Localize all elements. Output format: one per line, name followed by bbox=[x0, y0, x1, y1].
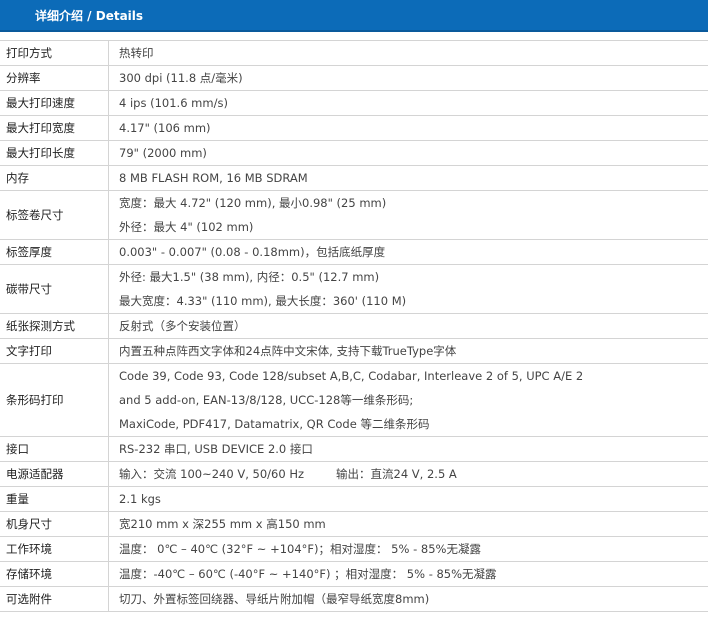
spec-label: 电源适配器 bbox=[0, 461, 109, 487]
power-output: 输出：直流24 V, 2.5 A bbox=[336, 467, 457, 481]
power-input: 输入：交流 100~240 V, 50/60 Hz bbox=[119, 467, 305, 481]
spec-label: 文字打印 bbox=[0, 338, 109, 364]
spec-row-label-roll: 标签卷尺寸 宽度：最大 4.72" (120 mm), 最小0.98" (25 … bbox=[0, 190, 708, 240]
spec-value: 300 dpi (11.8 点/毫米) bbox=[108, 65, 708, 91]
spec-value-line: 外径: 最大1.5" (38 mm), 内径：0.5" (12.7 mm) bbox=[119, 270, 380, 284]
spec-row-storage-env: 存储环境 温度：-40℃ – 60℃ (-40°F ~ +140°F) ；相对湿… bbox=[0, 561, 708, 587]
spec-value: 外径: 最大1.5" (38 mm), 内径：0.5" (12.7 mm) 最大… bbox=[108, 264, 708, 314]
spec-row-print-method: 打印方式 热转印 bbox=[0, 40, 708, 66]
spec-value: 反射式（多个安装位置） bbox=[108, 313, 708, 339]
spec-value: 温度：-40℃ – 60℃ (-40°F ~ +140°F) ；相对湿度： 5%… bbox=[108, 561, 708, 587]
spec-table: 打印方式 热转印 分辨率 300 dpi (11.8 点/毫米) 最大打印速度 … bbox=[0, 40, 708, 612]
spec-label: 最大打印宽度 bbox=[0, 115, 109, 141]
spec-value: 2.1 kgs bbox=[108, 486, 708, 512]
spec-label: 内存 bbox=[0, 165, 109, 191]
spec-row-ribbon: 碳带尺寸 外径: 最大1.5" (38 mm), 内径：0.5" (12.7 m… bbox=[0, 264, 708, 314]
spec-row-label-thickness: 标签厚度 0.003" - 0.007" (0.08 - 0.18mm)，包括底… bbox=[0, 239, 708, 265]
spec-row-sensor: 纸张探测方式 反射式（多个安装位置） bbox=[0, 313, 708, 339]
spec-label: 存储环境 bbox=[0, 561, 109, 587]
spec-value: RS-232 串口, USB DEVICE 2.0 接口 bbox=[108, 436, 708, 462]
spec-value: 输入：交流 100~240 V, 50/60 Hz 输出：直流24 V, 2.5 … bbox=[108, 461, 708, 487]
spec-value: 8 MB FLASH ROM, 16 MB SDRAM bbox=[108, 165, 708, 191]
spec-value: Code 39, Code 93, Code 128/subset A,B,C,… bbox=[108, 363, 708, 437]
spec-value-line: 宽度：最大 4.72" (120 mm), 最小0.98" (25 mm) bbox=[119, 196, 387, 210]
spec-value: 宽度：最大 4.72" (120 mm), 最小0.98" (25 mm) 外径… bbox=[108, 190, 708, 240]
spec-row-max-width: 最大打印宽度 4.17" (106 mm) bbox=[0, 115, 708, 141]
spec-label: 打印方式 bbox=[0, 40, 109, 66]
spec-value-line: 最大宽度：4.33" (110 mm), 最大长度：360' (110 M) bbox=[119, 294, 407, 308]
spec-row-max-length: 最大打印长度 79" (2000 mm) bbox=[0, 140, 708, 166]
spec-value: 4 ips (101.6 mm/s) bbox=[108, 90, 708, 116]
spec-label: 可选附件 bbox=[0, 586, 109, 612]
spec-row-memory: 内存 8 MB FLASH ROM, 16 MB SDRAM bbox=[0, 165, 708, 191]
spec-value: 热转印 bbox=[108, 40, 708, 66]
spec-row-max-speed: 最大打印速度 4 ips (101.6 mm/s) bbox=[0, 90, 708, 116]
spec-value-line: MaxiCode, PDF417, Datamatrix, QR Code 等二… bbox=[119, 417, 430, 431]
spec-row-resolution: 分辨率 300 dpi (11.8 点/毫米) bbox=[0, 65, 708, 91]
spec-label: 最大打印速度 bbox=[0, 90, 109, 116]
spec-value: 温度： 0℃ – 40℃ (32°F ~ +104°F)；相对湿度： 5% - … bbox=[108, 536, 708, 562]
spec-value: 4.17" (106 mm) bbox=[108, 115, 708, 141]
spec-row-operating-env: 工作环境 温度： 0℃ – 40℃ (32°F ~ +104°F)；相对湿度： … bbox=[0, 536, 708, 562]
spec-label: 分辨率 bbox=[0, 65, 109, 91]
spec-label: 机身尺寸 bbox=[0, 511, 109, 537]
spec-label: 重量 bbox=[0, 486, 109, 512]
spec-row-barcodes: 条形码打印 Code 39, Code 93, Code 128/subset … bbox=[0, 363, 708, 437]
spec-label: 标签卷尺寸 bbox=[0, 190, 109, 240]
spec-label: 标签厚度 bbox=[0, 239, 109, 265]
spec-row-accessories: 可选附件 切刀、外置标签回绕器、导纸片附加帽（最窄导纸宽度8mm) bbox=[0, 586, 708, 612]
spec-label: 最大打印长度 bbox=[0, 140, 109, 166]
spec-label: 条形码打印 bbox=[0, 363, 109, 437]
details-header: 详细介绍 / Details bbox=[0, 0, 708, 32]
spec-row-weight: 重量 2.1 kgs bbox=[0, 486, 708, 512]
spec-label: 接口 bbox=[0, 436, 109, 462]
spec-value: 切刀、外置标签回绕器、导纸片附加帽（最窄导纸宽度8mm) bbox=[108, 586, 708, 612]
spec-label: 碳带尺寸 bbox=[0, 264, 109, 314]
spec-value-line: and 5 add-on, EAN-13/8/128, UCC-128等一维条形… bbox=[119, 393, 414, 407]
spec-row-fonts: 文字打印 内置五种点阵西文字体和24点阵中文宋体, 支持下载TrueType字体 bbox=[0, 338, 708, 364]
spec-value: 宽210 mm x 深255 mm x 高150 mm bbox=[108, 511, 708, 537]
spec-row-interface: 接口 RS-232 串口, USB DEVICE 2.0 接口 bbox=[0, 436, 708, 462]
spec-value: 内置五种点阵西文字体和24点阵中文宋体, 支持下载TrueType字体 bbox=[108, 338, 708, 364]
spec-label: 纸张探测方式 bbox=[0, 313, 109, 339]
details-title: 详细介绍 / Details bbox=[35, 9, 144, 23]
spec-row-power: 电源适配器 输入：交流 100~240 V, 50/60 Hz 输出：直流24 V… bbox=[0, 461, 708, 487]
spec-value-line: 外径：最大 4" (102 mm) bbox=[119, 220, 254, 234]
spec-value: 0.003" - 0.007" (0.08 - 0.18mm)，包括底纸厚度 bbox=[108, 239, 708, 265]
spec-label: 工作环境 bbox=[0, 536, 109, 562]
spec-value-line: Code 39, Code 93, Code 128/subset A,B,C,… bbox=[119, 369, 584, 383]
spec-value: 79" (2000 mm) bbox=[108, 140, 708, 166]
spec-row-dimensions: 机身尺寸 宽210 mm x 深255 mm x 高150 mm bbox=[0, 511, 708, 537]
